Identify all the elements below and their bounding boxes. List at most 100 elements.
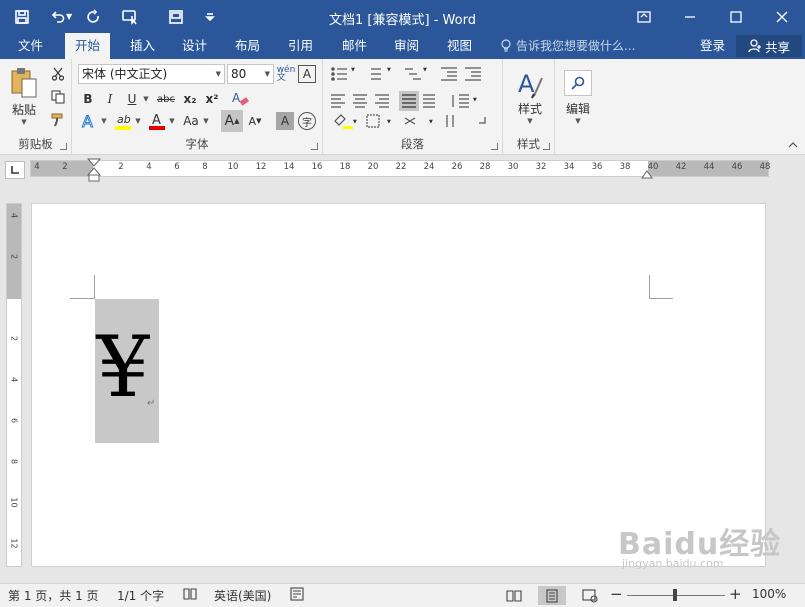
tab-file[interactable]: 文件 xyxy=(8,33,53,59)
bold-button[interactable]: B xyxy=(78,89,98,109)
indent-marker-icon[interactable] xyxy=(87,158,101,184)
tab-layout[interactable]: 布局 xyxy=(225,33,270,59)
print-layout-button[interactable] xyxy=(152,0,200,33)
font-launcher[interactable] xyxy=(311,143,318,150)
grow-font-button[interactable]: A ▲ xyxy=(221,110,243,132)
web-layout-button[interactable] xyxy=(576,586,604,605)
minimize-button[interactable] xyxy=(667,0,713,33)
tab-insert[interactable]: 插入 xyxy=(120,33,165,59)
undo-dropdown[interactable]: ▼ xyxy=(66,12,72,21)
numbering-button[interactable] xyxy=(363,63,387,83)
font-name-dropdown[interactable]: 宋体 (中文正文) ▼ xyxy=(78,64,225,84)
align-left-button[interactable] xyxy=(329,87,349,107)
minimize-icon xyxy=(685,15,695,18)
phonetic-guide-button[interactable]: wén 文 xyxy=(276,64,296,84)
close-button[interactable] xyxy=(759,0,805,33)
font-group: 宋体 (中文正文) ▼ 80 ▼ wén 文 A B I U ▼ abc x₂ x² … xyxy=(72,59,323,155)
horizontal-ruler[interactable]: 4 2 2 4 6 8 10 12 14 16 18 20 22 24 26 28 30 32 34 36 38 40 42… xyxy=(30,158,770,182)
ribbon-display-options-button[interactable] xyxy=(621,0,667,33)
sort-button[interactable] xyxy=(445,111,465,131)
touch-mode-button[interactable] xyxy=(108,0,152,33)
font-size-dropdown[interactable]: 80 ▼ xyxy=(227,64,274,84)
chinese-layout-button[interactable] xyxy=(403,111,433,131)
maximize-button[interactable] xyxy=(713,0,759,33)
font-color-button[interactable]: A xyxy=(146,110,168,132)
tab-review[interactable]: 审阅 xyxy=(384,33,429,59)
read-mode-button[interactable] xyxy=(500,586,528,605)
vertical-ruler[interactable]: 4 2 2 4 6 8 10 12 xyxy=(6,203,22,567)
right-indent-marker-icon[interactable] xyxy=(641,169,653,179)
tab-view[interactable]: 视图 xyxy=(437,33,482,59)
tab-design[interactable]: 设计 xyxy=(172,33,217,59)
yen-character[interactable]: ¥ xyxy=(95,317,151,417)
align-center-button[interactable] xyxy=(351,87,371,107)
tell-me-search[interactable]: 告诉我您想要做什么... xyxy=(500,33,635,59)
share-button[interactable]: 共享 xyxy=(736,35,802,57)
shrink-font-button[interactable]: A ▼ xyxy=(245,110,265,132)
text-selection[interactable]: ¥ ↵ xyxy=(95,299,159,443)
zoom-in-button[interactable]: + xyxy=(729,585,742,603)
format-painter-button[interactable] xyxy=(48,110,68,130)
show-marks-button[interactable] xyxy=(477,111,497,131)
distributed-button[interactable] xyxy=(421,87,441,107)
highlight-dropdown[interactable]: ▼ xyxy=(134,117,142,125)
editing-button[interactable]: 编辑 ▼ xyxy=(559,65,597,129)
change-case-dropdown[interactable]: ▼ xyxy=(202,117,210,125)
multilevel-list-button[interactable] xyxy=(397,63,421,83)
customize-qat-button[interactable] xyxy=(200,0,220,33)
clear-formatting-button[interactable]: A xyxy=(229,88,251,110)
redo-button[interactable] xyxy=(80,0,108,33)
text-effects-dropdown[interactable]: ▼ xyxy=(100,117,108,125)
text-effects-button[interactable]: A xyxy=(78,110,100,132)
zoom-slider-thumb[interactable] xyxy=(673,589,677,601)
enclose-characters-button[interactable]: 字 xyxy=(298,112,316,130)
window-controls xyxy=(621,0,805,33)
zoom-out-button[interactable]: − xyxy=(610,585,623,603)
svg-text:▼: ▼ xyxy=(387,67,391,73)
tab-home[interactable]: 开始 xyxy=(65,33,111,60)
underline-button[interactable]: U xyxy=(122,89,142,109)
shading-button[interactable] xyxy=(329,111,359,131)
clipboard-launcher[interactable] xyxy=(60,143,67,150)
macro-recording-icon[interactable] xyxy=(290,587,304,604)
strikethrough-button[interactable]: abc xyxy=(154,89,178,109)
copy-button[interactable] xyxy=(48,87,68,107)
bullets-button[interactable] xyxy=(329,63,353,83)
superscript-button[interactable]: x² xyxy=(202,89,222,109)
cut-button[interactable] xyxy=(48,64,68,84)
highlight-button[interactable]: ab xyxy=(112,110,134,132)
justify-button[interactable] xyxy=(399,87,419,107)
tab-selector[interactable] xyxy=(5,161,25,179)
character-shading-button[interactable]: A xyxy=(276,112,294,130)
underline-dropdown[interactable]: ▼ xyxy=(142,95,150,103)
change-case-button[interactable]: Aa xyxy=(180,110,202,132)
subscript-button[interactable]: x₂ xyxy=(180,89,200,109)
language[interactable]: 英语(美国) xyxy=(214,587,271,604)
styles-launcher[interactable] xyxy=(543,143,550,150)
word-count[interactable]: 1/1 个字 xyxy=(117,587,164,604)
character-border-button[interactable]: A xyxy=(298,65,316,83)
font-color-dropdown[interactable]: ▼ xyxy=(168,117,176,125)
save-button[interactable] xyxy=(0,0,44,33)
paste-button[interactable]: 粘贴 ▼ xyxy=(6,65,42,127)
increase-indent-button[interactable] xyxy=(463,63,483,83)
page-count[interactable]: 第 1 页，共 1 页 xyxy=(8,587,99,604)
paragraph-launcher[interactable] xyxy=(491,143,498,150)
ruler-number: 2 xyxy=(9,335,19,342)
italic-button[interactable]: I xyxy=(100,89,120,109)
borders-button[interactable] xyxy=(363,111,391,131)
decrease-indent-button[interactable] xyxy=(439,63,459,83)
sign-in-link[interactable]: 登录 xyxy=(700,33,725,58)
line-spacing-button[interactable] xyxy=(449,87,477,107)
collapse-ribbon-button[interactable] xyxy=(786,139,800,151)
print-layout-view-button[interactable] xyxy=(538,586,566,605)
zoom-level[interactable]: 100% xyxy=(752,587,786,601)
tab-mailings[interactable]: 邮件 xyxy=(332,33,377,59)
document-page[interactable]: ¥ ↵ xyxy=(31,203,766,567)
watermark-url: jingyan.baidu.com xyxy=(622,557,724,570)
tab-references[interactable]: 引用 xyxy=(278,33,323,59)
proofing-icon[interactable] xyxy=(183,587,197,604)
ruler-number: 12 xyxy=(9,538,19,549)
styles-button[interactable]: A 样式 ▼ xyxy=(509,65,551,129)
align-right-button[interactable] xyxy=(373,87,393,107)
